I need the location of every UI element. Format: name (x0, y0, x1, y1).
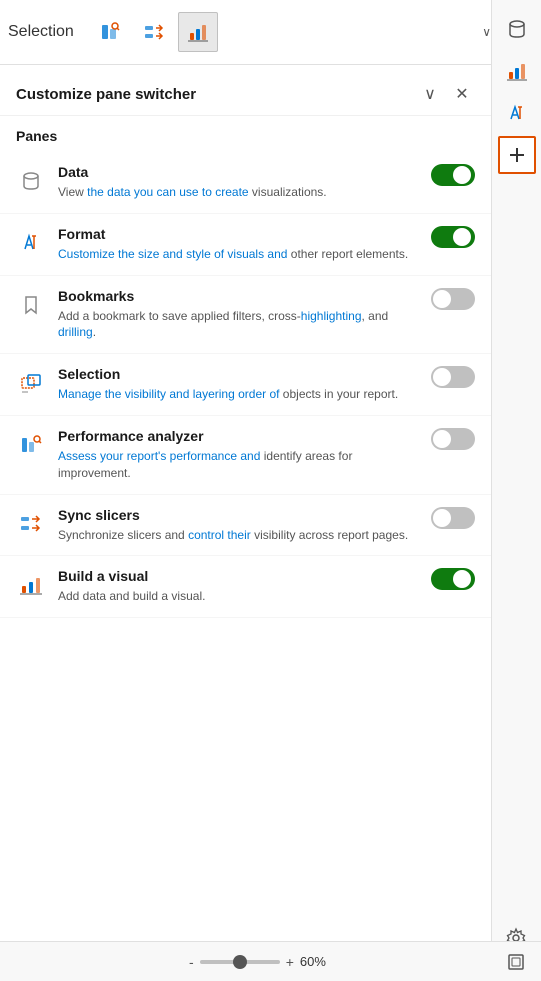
format-icon (16, 228, 46, 258)
pane-item-content-data: Data View the data you can use to create … (58, 164, 419, 201)
bookmarks-icon (16, 290, 46, 320)
pane-minimize-btn[interactable]: ∨ (417, 81, 443, 107)
top-bar-performance-btn[interactable] (90, 12, 130, 52)
pane-item-desc-format: Customize the size and style of visuals … (58, 246, 419, 263)
top-bar-build-visual-btn[interactable] (178, 12, 218, 52)
main-pane: Customize pane switcher ∨ ✕ Panes Data Vi… (0, 65, 491, 941)
pane-item-title-data: Data (58, 164, 419, 180)
zoom-slider[interactable] (200, 960, 280, 964)
toggle-data[interactable] (431, 164, 475, 186)
toggle-sync-slicers[interactable] (431, 507, 475, 529)
panes-section-label: Panes (0, 116, 491, 152)
pane-item-content-selection: Selection Manage the visibility and layer… (58, 366, 419, 403)
sidebar-data-btn[interactable] (498, 10, 536, 48)
pane-item-title-format: Format (58, 226, 419, 242)
selection-icon (16, 368, 46, 398)
toggle-format[interactable] (431, 226, 475, 248)
pane-items-list: Data View the data you can use to create … (0, 152, 491, 618)
sync-slicers-icon (16, 509, 46, 539)
pane-item-selection: Selection Manage the visibility and layer… (0, 354, 491, 416)
sidebar-format-btn[interactable] (498, 94, 536, 132)
pane-item-desc-selection: Manage the visibility and layering order… (58, 386, 419, 403)
pane-item-data: Data View the data you can use to create … (0, 152, 491, 214)
right-sidebar (491, 0, 541, 981)
performance-icon (16, 430, 46, 460)
pane-item-content-format: Format Customize the size and style of vi… (58, 226, 419, 263)
zoom-percent: 60% (300, 954, 326, 969)
build-visual-icon (16, 570, 46, 600)
pane-item-format: Format Customize the size and style of vi… (0, 214, 491, 276)
toggle-selection[interactable] (431, 366, 475, 388)
top-bar-sync-btn[interactable] (134, 12, 174, 52)
top-bar: Selection (0, 0, 541, 65)
pane-item-build-visual: Build a visual Add data and build a visua… (0, 556, 491, 618)
top-bar-icons (90, 12, 218, 52)
toggle-bookmarks[interactable] (431, 288, 475, 310)
pane-item-desc-sync-slicers: Synchronize slicers and control their vi… (58, 527, 419, 544)
pane-item-title-build-visual: Build a visual (58, 568, 419, 584)
pane-item-content-performance: Performance analyzer Assess your report's… (58, 428, 419, 482)
pane-item-desc-data: View the data you can use to create visu… (58, 184, 419, 201)
toggle-build-visual[interactable] (431, 568, 475, 590)
pane-item-performance: Performance analyzer Assess your report's… (0, 416, 491, 495)
zoom-in-btn[interactable]: + (286, 954, 294, 970)
pane-item-title-bookmarks: Bookmarks (58, 288, 419, 304)
bottom-bar: - + 60% (0, 941, 541, 981)
data-icon (16, 166, 46, 196)
zoom-slider-thumb[interactable] (233, 955, 247, 969)
pane-item-desc-performance: Assess your report's performance and ide… (58, 448, 419, 482)
pane-header: Customize pane switcher ∨ ✕ (0, 65, 491, 116)
fit-page-btn[interactable] (507, 953, 525, 971)
pane-item-sync-slicers: Sync slicers Synchronize slicers and cont… (0, 495, 491, 557)
pane-item-title-performance: Performance analyzer (58, 428, 419, 444)
top-bar-title: Selection (8, 23, 74, 41)
pane-header-title: Customize pane switcher (16, 86, 196, 103)
pane-item-content-build-visual: Build a visual Add data and build a visua… (58, 568, 419, 605)
pane-item-bookmarks: Bookmarks Add a bookmark to save applied … (0, 276, 491, 355)
pane-close-btn[interactable]: ✕ (449, 81, 475, 107)
top-bar-chevron[interactable]: ∨ (482, 25, 491, 39)
toggle-performance[interactable] (431, 428, 475, 450)
pane-item-content-sync-slicers: Sync slicers Synchronize slicers and cont… (58, 507, 419, 544)
pane-item-desc-bookmarks: Add a bookmark to save applied filters, … (58, 308, 419, 342)
sidebar-add-btn[interactable] (498, 136, 536, 174)
zoom-controls: - + 60% (189, 954, 326, 970)
pane-item-desc-build-visual: Add data and build a visual. (58, 588, 419, 605)
pane-header-actions: ∨ ✕ (417, 81, 475, 107)
zoom-out-btn[interactable]: - (189, 954, 194, 970)
pane-item-content-bookmarks: Bookmarks Add a bookmark to save applied … (58, 288, 419, 342)
sidebar-build-visual-btn[interactable] (498, 52, 536, 90)
pane-item-title-selection: Selection (58, 366, 419, 382)
pane-item-title-sync-slicers: Sync slicers (58, 507, 419, 523)
